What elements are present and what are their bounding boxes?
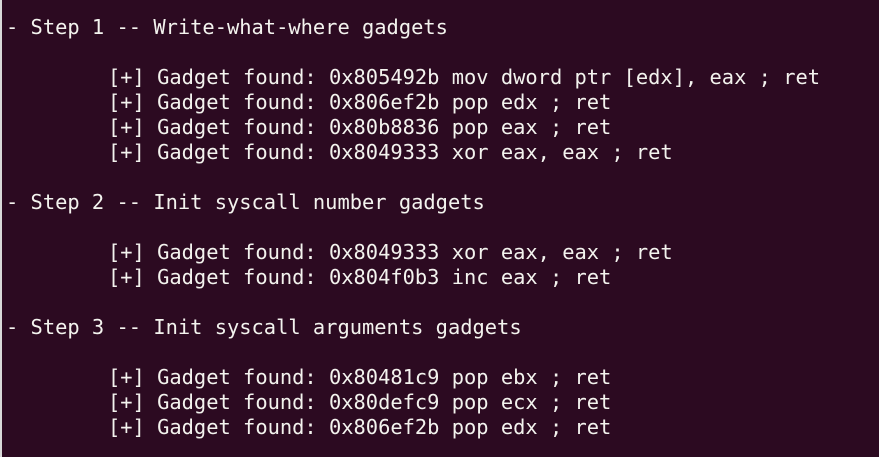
gadget-line: [+] Gadget found: 0x806ef2b pop edx ; re… (108, 415, 612, 439)
gadget-line: [+] Gadget found: 0x804f0b3 inc eax ; re… (108, 265, 612, 289)
gadget-line: [+] Gadget found: 0x8049333 xor eax, eax… (108, 240, 673, 264)
step-header: - Step 3 -- Init syscall arguments gadge… (6, 315, 522, 339)
gadget-line: [+] Gadget found: 0x806ef2b pop edx ; re… (108, 90, 612, 114)
gadget-line: [+] Gadget found: 0x80defc9 pop ecx ; re… (108, 390, 612, 414)
step-header: - Step 2 -- Init syscall number gadgets (6, 190, 485, 214)
window-left-border (0, 0, 2, 457)
gadget-line: [+] Gadget found: 0x8049333 xor eax, eax… (108, 140, 673, 164)
step-header: - Step 1 -- Write-what-where gadgets (6, 15, 448, 39)
gadget-line: [+] Gadget found: 0x805492b mov dword pt… (108, 65, 821, 89)
gadget-line: [+] Gadget found: 0x80481c9 pop ebx ; re… (108, 365, 612, 389)
gadget-line: [+] Gadget found: 0x80b8836 pop eax ; re… (108, 115, 612, 139)
terminal-window[interactable]: - Step 1 -- Write-what-where gadgets [+]… (0, 0, 879, 457)
